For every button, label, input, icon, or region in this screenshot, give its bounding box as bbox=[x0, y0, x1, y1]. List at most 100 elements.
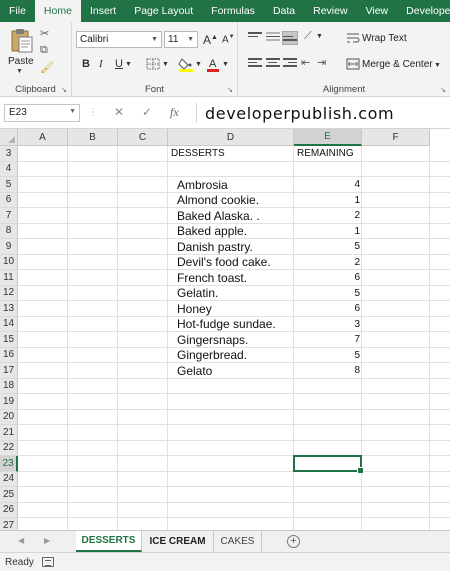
bold-button[interactable]: B bbox=[82, 58, 90, 70]
active-cell-outline[interactable] bbox=[293, 455, 364, 473]
chevron-down-icon[interactable]: ▼ bbox=[316, 33, 323, 40]
cell-remaining-value[interactable]: 4 bbox=[294, 177, 362, 193]
row-header-24[interactable]: 24 bbox=[0, 471, 18, 487]
cell-dessert-name[interactable]: Gelatin. bbox=[168, 286, 294, 302]
row-header-7[interactable]: 7 bbox=[0, 208, 18, 224]
next-sheet-icon[interactable]: ▶ bbox=[44, 536, 50, 545]
underline-button[interactable]: U bbox=[115, 58, 123, 70]
row-header-16[interactable]: 16 bbox=[0, 347, 18, 363]
grow-font-button[interactable]: A▲ bbox=[203, 33, 218, 47]
borders-icon[interactable] bbox=[146, 58, 160, 70]
row-header-22[interactable]: 22 bbox=[0, 440, 18, 456]
wrap-text-button[interactable]: Wrap Text bbox=[362, 33, 407, 44]
cancel-icon[interactable]: ✕ bbox=[114, 105, 124, 119]
cell-remaining-value[interactable]: 1 bbox=[294, 224, 362, 240]
bottom-align-icon[interactable] bbox=[282, 31, 298, 45]
cell-dessert-name[interactable]: French toast. bbox=[168, 270, 294, 286]
font-color-icon[interactable]: A bbox=[206, 56, 220, 72]
middle-align-icon[interactable] bbox=[266, 32, 280, 44]
wrap-text-icon[interactable] bbox=[346, 32, 360, 44]
row-header-10[interactable]: 10 bbox=[0, 254, 18, 270]
tab-home[interactable]: Home bbox=[34, 0, 81, 22]
format-painter-icon[interactable]: 🖌 bbox=[40, 61, 54, 74]
column-header-f[interactable]: F bbox=[362, 129, 430, 146]
orientation-icon[interactable]: ⟋ bbox=[304, 30, 312, 43]
cell-remaining-value[interactable]: 6 bbox=[294, 270, 362, 286]
row-header-13[interactable]: 13 bbox=[0, 301, 18, 317]
cell-dessert-name[interactable]: Gingerbread. bbox=[168, 348, 294, 364]
sheet-tab-ice-cream[interactable]: ICE CREAM bbox=[142, 531, 214, 552]
align-right-icon[interactable] bbox=[283, 58, 297, 70]
top-align-icon[interactable] bbox=[248, 32, 262, 44]
paste-button[interactable]: Paste bbox=[8, 56, 34, 67]
spreadsheet-grid[interactable]: A B C D E F 3 4 5 6 7 8 9 10 11 12 13 14 15 16 17 18 19 20 21 22 2… bbox=[0, 129, 450, 530]
insert-function-icon[interactable]: fx bbox=[170, 105, 179, 120]
row-header-14[interactable]: 14 bbox=[0, 316, 18, 332]
cell-remaining-value[interactable]: 6 bbox=[294, 301, 362, 317]
clipboard-launcher-icon[interactable]: ↘ bbox=[61, 86, 67, 94]
cell-remaining-value[interactable]: 3 bbox=[294, 317, 362, 333]
shrink-font-button[interactable]: A▼ bbox=[222, 34, 235, 45]
row-header-11[interactable]: 11 bbox=[0, 270, 18, 286]
column-header-d[interactable]: D bbox=[168, 129, 294, 146]
tab-view[interactable]: View bbox=[357, 0, 398, 22]
chevron-down-icon[interactable]: ▼ bbox=[69, 108, 76, 115]
row-header-17[interactable]: 17 bbox=[0, 363, 18, 379]
cell-remaining-value[interactable]: 5 bbox=[294, 239, 362, 255]
row-header-6[interactable]: 6 bbox=[0, 192, 18, 208]
cell-dessert-name[interactable]: Baked apple. bbox=[168, 224, 294, 240]
cell-dessert-name[interactable]: Gelato bbox=[168, 363, 294, 379]
cell-dessert-name[interactable]: Honey bbox=[168, 301, 294, 317]
cell-remaining-value[interactable]: 1 bbox=[294, 193, 362, 209]
row-header-9[interactable]: 9 bbox=[0, 239, 18, 255]
cell-remaining-value[interactable]: 5 bbox=[294, 286, 362, 302]
column-header-c[interactable]: C bbox=[118, 129, 168, 146]
paste-icon[interactable] bbox=[10, 28, 34, 54]
chevron-down-icon[interactable]: ▼ bbox=[434, 62, 441, 69]
row-header-12[interactable]: 12 bbox=[0, 285, 18, 301]
chevron-down-icon[interactable]: ▼ bbox=[195, 61, 202, 68]
sheet-tab-cakes[interactable]: CAKES bbox=[214, 531, 262, 552]
font-size-select[interactable]: 11 ▼ bbox=[164, 31, 198, 48]
italic-button[interactable]: I bbox=[99, 58, 103, 70]
sheet-tab-desserts[interactable]: DESSERTS bbox=[76, 531, 142, 552]
row-header-27[interactable]: 27 bbox=[0, 518, 18, 530]
tab-file[interactable]: File bbox=[0, 0, 35, 22]
column-header-b[interactable]: B bbox=[68, 129, 118, 146]
macro-recording-icon[interactable] bbox=[42, 557, 54, 567]
row-header-25[interactable]: 25 bbox=[0, 487, 18, 503]
row-header-5[interactable]: 5 bbox=[0, 177, 18, 193]
align-center-icon[interactable] bbox=[266, 58, 280, 70]
merge-center-icon[interactable] bbox=[346, 58, 360, 70]
merge-center-button[interactable]: Merge & Center bbox=[362, 59, 433, 70]
tab-review[interactable]: Review bbox=[304, 0, 356, 22]
cut-icon[interactable]: ✂ bbox=[40, 27, 49, 40]
select-all-button[interactable] bbox=[0, 129, 18, 146]
cell-dessert-name[interactable]: Ambrosia bbox=[168, 177, 294, 193]
tab-developer[interactable]: Developer bbox=[397, 0, 450, 22]
row-header-20[interactable]: 20 bbox=[0, 409, 18, 425]
cell-dessert-name[interactable]: Danish pastry. bbox=[168, 239, 294, 255]
cell-remaining-value[interactable]: 7 bbox=[294, 332, 362, 348]
font-launcher-icon[interactable]: ↘ bbox=[227, 86, 233, 94]
cell-dessert-name[interactable]: Devil's food cake. bbox=[168, 255, 294, 271]
row-header-3[interactable]: 3 bbox=[0, 146, 18, 162]
alignment-launcher-icon[interactable]: ↘ bbox=[440, 86, 446, 94]
prev-sheet-icon[interactable]: ◀ bbox=[18, 536, 24, 545]
cell-remaining-value[interactable]: 2 bbox=[294, 208, 362, 224]
cell-header-desserts[interactable]: DESSERTS bbox=[168, 146, 294, 162]
chevron-down-icon[interactable]: ▼ bbox=[125, 61, 132, 68]
cell-header-remaining[interactable]: REMAINING bbox=[294, 146, 362, 162]
cell-remaining-value[interactable]: 2 bbox=[294, 255, 362, 271]
cell-remaining-value[interactable]: 5 bbox=[294, 348, 362, 364]
tab-formulas[interactable]: Formulas bbox=[202, 0, 264, 22]
cell-dessert-name[interactable]: Hot-fudge sundae. bbox=[168, 317, 294, 333]
tab-insert[interactable]: Insert bbox=[81, 0, 125, 22]
fill-color-icon[interactable] bbox=[178, 56, 194, 72]
row-header-4[interactable]: 4 bbox=[0, 161, 18, 177]
formula-input[interactable]: developerpublish.com bbox=[196, 103, 450, 123]
cell-dessert-name[interactable]: Almond cookie. bbox=[168, 193, 294, 209]
chevron-down-icon[interactable]: ▼ bbox=[222, 61, 229, 68]
enter-icon[interactable]: ✓ bbox=[142, 105, 152, 119]
row-header-18[interactable]: 18 bbox=[0, 378, 18, 394]
